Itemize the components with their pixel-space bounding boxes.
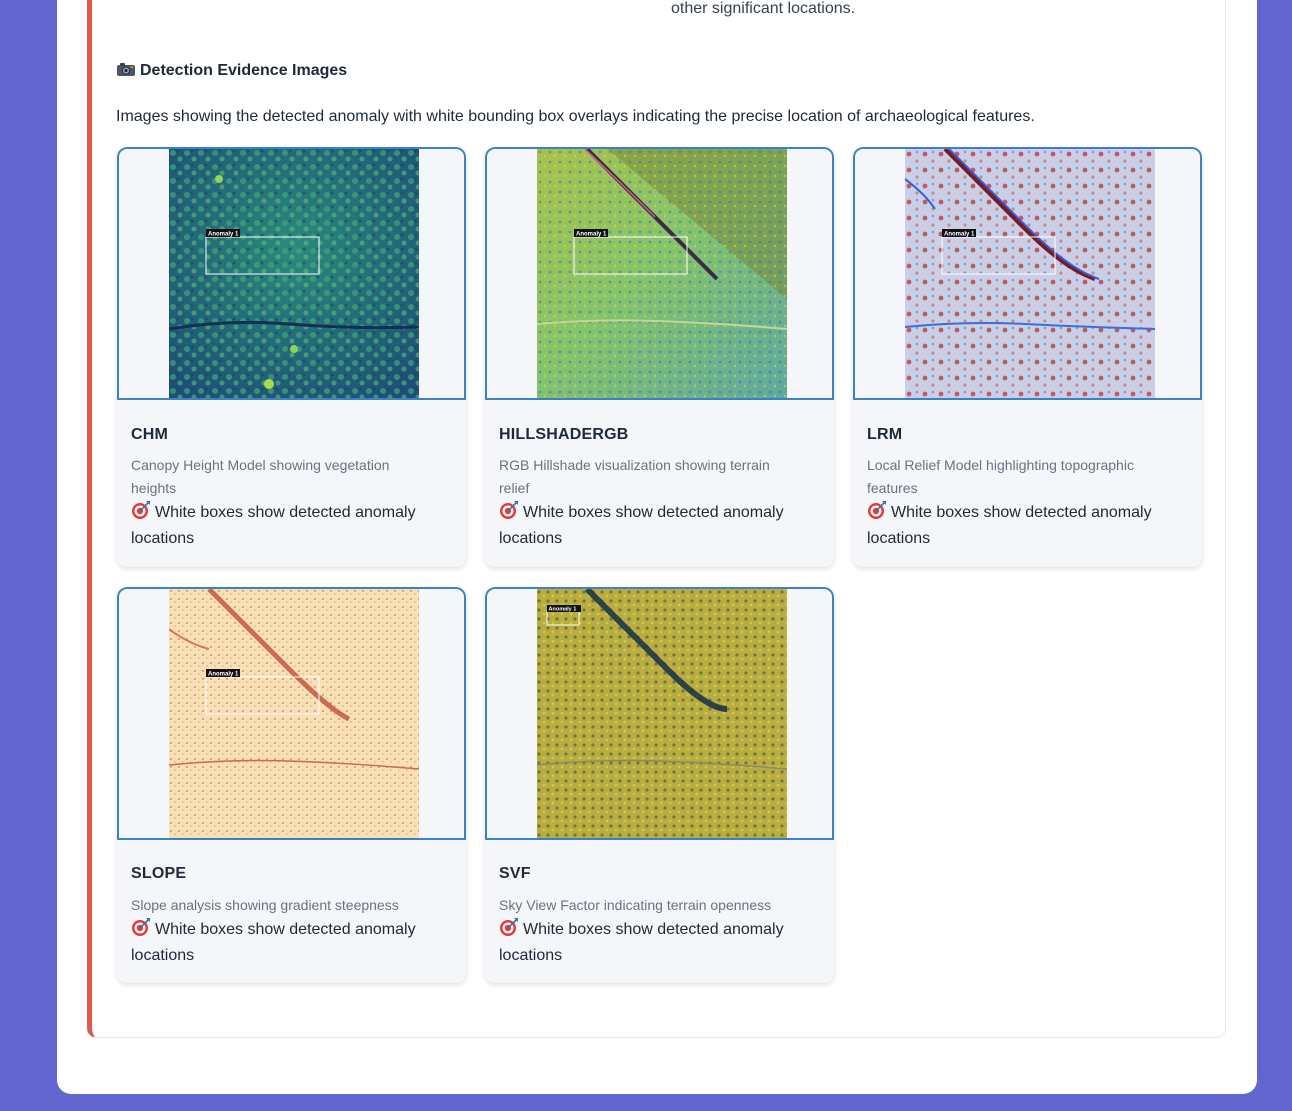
card-description: Canopy Height Model showing vegetation h…: [131, 457, 390, 496]
card-description: Sky View Factor indicating terrain openn…: [499, 897, 772, 913]
card-note: White boxes show detected anomaly locati…: [499, 500, 817, 552]
card-description: RGB Hillshade visualization showing terr…: [499, 457, 770, 496]
card-note: White boxes show detected anomaly locati…: [499, 917, 817, 969]
card-note: White boxes show detected anomaly locati…: [131, 500, 449, 552]
card-title: CHM: [131, 426, 169, 443]
card-title: SVF: [499, 865, 531, 882]
evidence-card-lrm[interactable]: Anomaly 1 LRM Local Relief Model highlig…: [853, 147, 1202, 567]
target-icon: [131, 500, 151, 520]
card-note-text: White boxes show detected anomaly locati…: [131, 921, 416, 964]
svf-raster-image: Anomaly 1: [537, 589, 787, 838]
anomaly-label: Anomaly 1: [208, 232, 239, 238]
evidence-image-slope[interactable]: Anomaly 1: [117, 587, 466, 840]
card-note: White boxes show detected anomaly locati…: [131, 917, 449, 969]
chm-raster-image: Anomaly 1: [169, 149, 419, 398]
card-title: LRM: [867, 426, 903, 443]
card-note-text: White boxes show detected anomaly locati…: [499, 921, 784, 964]
target-icon: [867, 500, 887, 520]
target-icon: [131, 917, 151, 937]
evidence-image-lrm[interactable]: Anomaly 1: [853, 147, 1202, 400]
card-note-text: White boxes show detected anomaly locati…: [131, 504, 416, 547]
evidence-card-slope[interactable]: Anomaly 1 SLOPE Slope analysis showing g…: [117, 587, 466, 983]
card-title: SLOPE: [131, 865, 187, 882]
card-description: Slope analysis showing gradient steepnes…: [131, 897, 399, 913]
anomaly-label: Anomaly 1: [208, 672, 239, 678]
evidence-card-hillshadergb[interactable]: Anomaly 1 HILLSHADERGB RGB Hillshade vis…: [485, 147, 834, 567]
target-icon: [499, 500, 519, 520]
evidence-image-hillshadergb[interactable]: Anomaly 1: [485, 147, 834, 400]
evidence-image-chm[interactable]: Anomaly 1: [117, 147, 466, 400]
card-note: White boxes show detected anomaly locati…: [867, 500, 1185, 552]
camera-icon: [116, 61, 136, 80]
evidence-card-svf[interactable]: Anomaly 1 SVF Sky View Factor indicating…: [485, 587, 834, 983]
previous-section-text: other significant locations.: [671, 0, 856, 17]
lrm-raster-image: Anomaly 1: [905, 149, 1155, 398]
section-title: Detection Evidence Images: [116, 61, 347, 80]
card-note-text: White boxes show detected anomaly locati…: [867, 504, 1152, 547]
hillshade-raster-image: Anomaly 1: [537, 149, 787, 398]
anomaly-label: Anomaly 1: [944, 232, 975, 238]
slope-raster-image: Anomaly 1: [169, 589, 419, 838]
card-title: HILLSHADERGB: [499, 426, 629, 443]
evidence-image-svf[interactable]: Anomaly 1: [485, 587, 834, 840]
anomaly-label: Anomaly 1: [576, 232, 607, 238]
card-note-text: White boxes show detected anomaly locati…: [499, 504, 784, 547]
evidence-card-chm[interactable]: Anomaly 1 CHM Canopy Height Model showin…: [117, 147, 466, 567]
anomaly-label: Anomaly 1: [549, 607, 577, 613]
target-icon: [499, 917, 519, 937]
card-description: Local Relief Model highlighting topograp…: [867, 457, 1134, 496]
section-description: Images showing the detected anomaly with…: [116, 108, 1035, 125]
section-title-label: Detection Evidence Images: [140, 62, 348, 79]
